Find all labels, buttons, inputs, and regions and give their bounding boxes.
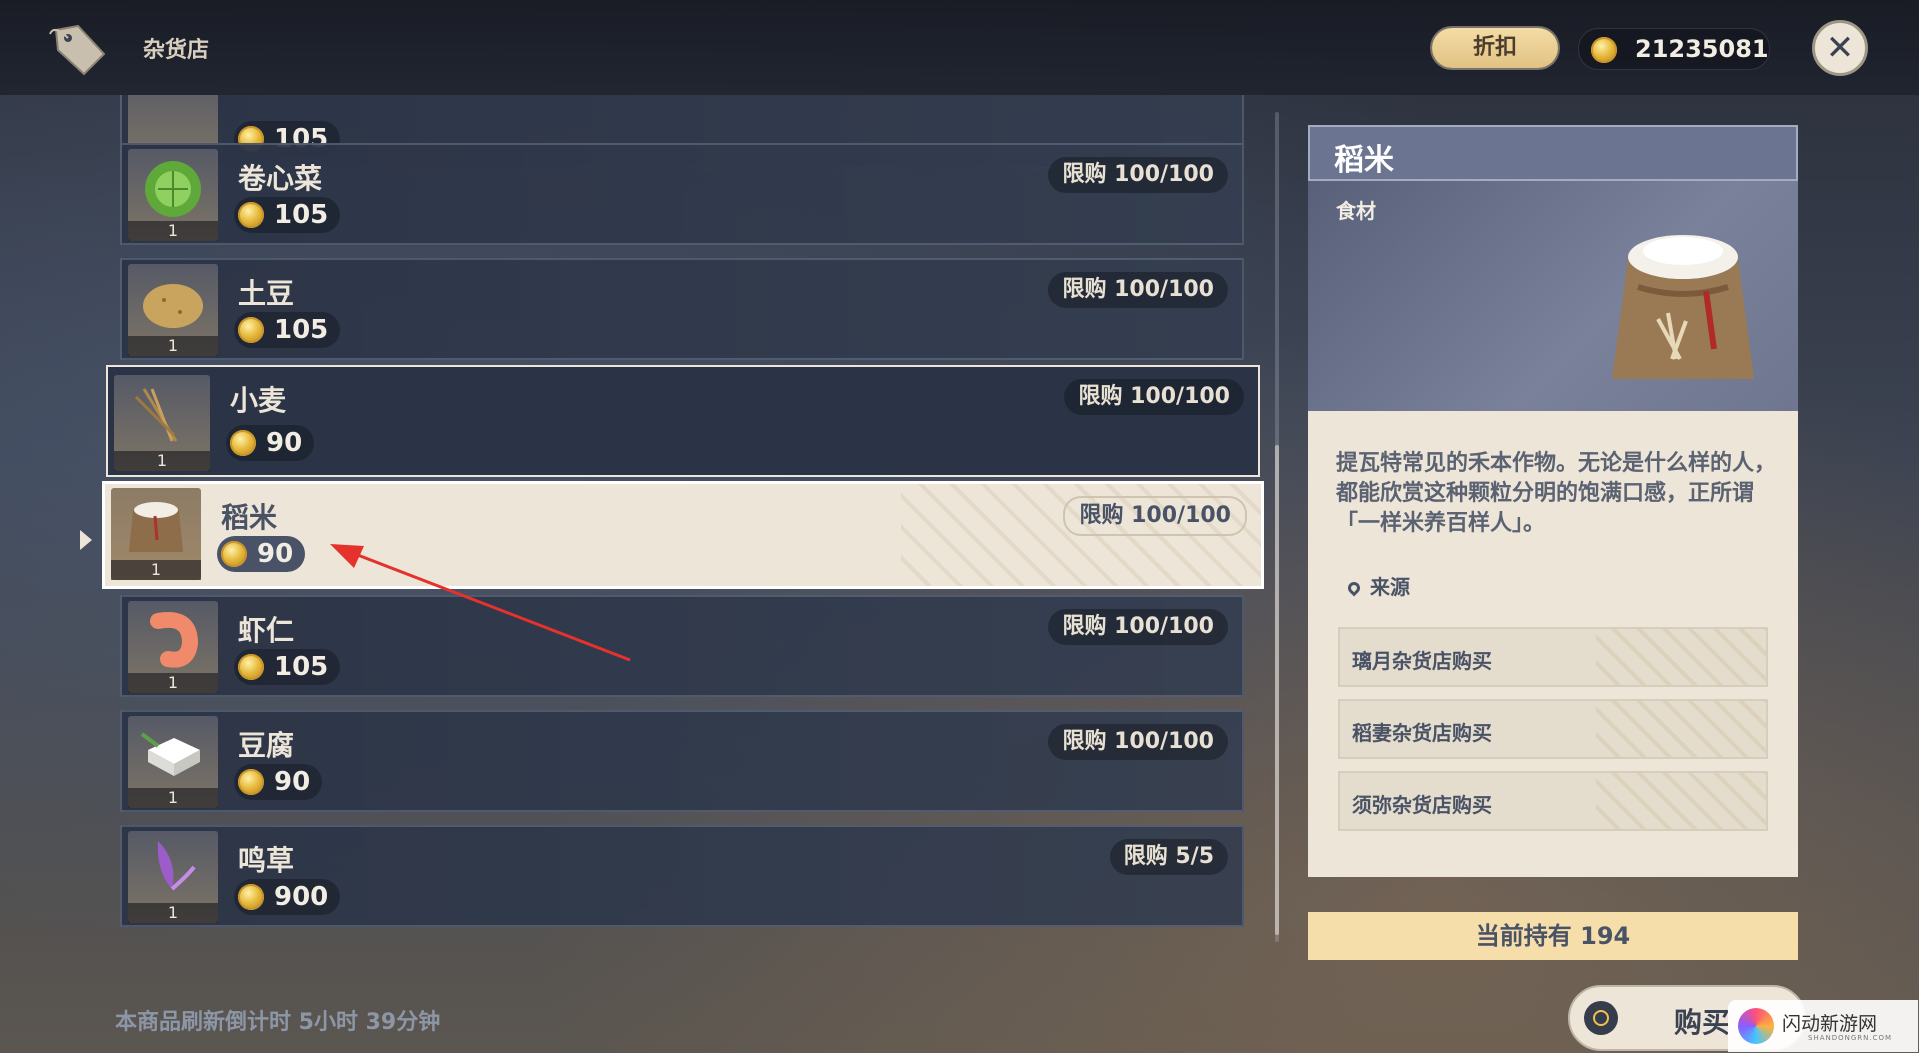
detail-body: 提瓦特常见的禾本作物。无论是什么样的人，都能欣赏这种颗粒分明的饱满口感，正所谓「… bbox=[1308, 411, 1798, 877]
item-name: 豆腐 bbox=[238, 729, 295, 762]
mora-coin-icon bbox=[238, 769, 264, 795]
item-quantity: 1 bbox=[114, 451, 210, 471]
item-name: 稻米 bbox=[221, 501, 278, 534]
source-entry: 璃月杂货店购买 bbox=[1338, 627, 1768, 687]
shop-item-row[interactable]: 1 小麦 90 限购 100/100 bbox=[106, 365, 1260, 477]
shop-item-row[interactable]: 1 土豆 105 限购 100/100 bbox=[120, 258, 1244, 360]
mora-balance: 21235081 bbox=[1578, 28, 1770, 70]
detail-category: 食材 bbox=[1336, 199, 1376, 223]
mora-amount: 21235081 bbox=[1635, 35, 1769, 63]
confirm-icon bbox=[1584, 1001, 1618, 1035]
item-quantity: 1 bbox=[128, 903, 218, 923]
shop-item-row-selected[interactable]: 1 稻米 90 限购 100/100 bbox=[102, 481, 1264, 589]
mora-coin-icon bbox=[238, 654, 264, 680]
mora-coin-icon bbox=[238, 202, 264, 228]
site-logo-icon bbox=[1738, 1008, 1774, 1044]
item-thumbnail: 1 bbox=[128, 831, 218, 923]
shop-title: 杂货店 bbox=[143, 38, 210, 63]
item-thumbnail: 1 bbox=[114, 375, 210, 471]
item-price: 900 bbox=[234, 879, 341, 915]
item-name: 虾仁 bbox=[238, 614, 295, 647]
mora-coin-icon bbox=[238, 317, 264, 343]
top-bar: 杂货店 折扣 21235081 ✕ bbox=[0, 0, 1919, 95]
item-name: 土豆 bbox=[238, 277, 295, 310]
item-name: 鸣草 bbox=[238, 844, 295, 877]
owned-count: 当前持有 194 bbox=[1308, 912, 1798, 960]
shop-item-row[interactable]: 1 虾仁 105 限购 100/100 bbox=[120, 595, 1244, 697]
item-price: 90 bbox=[226, 425, 315, 461]
item-thumbnail: 1 bbox=[128, 149, 218, 241]
item-detail-panel: 稻米 食材 提瓦特常见的禾本作物。无论是什么样的人，都能欣赏这种颗粒分明的饱满口… bbox=[1308, 125, 1798, 877]
item-price: 105 bbox=[234, 197, 341, 233]
detail-header: 稻米 bbox=[1308, 125, 1798, 181]
purchase-limit: 限购 100/100 bbox=[1048, 272, 1228, 308]
item-price: 90 bbox=[217, 536, 306, 572]
source-entry: 稻妻杂货店购买 bbox=[1338, 699, 1768, 759]
annotation-arrow bbox=[330, 544, 631, 662]
shop-item-row[interactable]: 1 豆腐 90 限购 100/100 bbox=[120, 710, 1244, 812]
item-price: 105 bbox=[234, 312, 341, 348]
purchase-limit: 限购 5/5 bbox=[1109, 839, 1228, 875]
mora-coin-icon bbox=[1591, 37, 1617, 63]
location-pin-icon bbox=[1345, 579, 1363, 597]
cabbage-icon bbox=[145, 161, 201, 217]
discount-button[interactable]: 折扣 bbox=[1432, 28, 1558, 68]
naku-weed-icon bbox=[157, 841, 196, 891]
detail-banner: 食材 bbox=[1308, 181, 1798, 411]
shop-item-list[interactable]: 1 105 1 卷心菜 105 限购 100/100 1 土豆 bbox=[0, 95, 1280, 955]
item-price: 90 bbox=[234, 764, 323, 800]
item-thumbnail: 1 bbox=[128, 716, 218, 808]
item-quantity: 1 bbox=[128, 336, 218, 356]
tofu-icon bbox=[140, 732, 200, 776]
item-quantity: 1 bbox=[111, 560, 201, 580]
item-thumbnail: 1 bbox=[111, 488, 201, 580]
purchase-limit: 限购 100/100 bbox=[1048, 157, 1228, 193]
mora-coin-icon bbox=[238, 884, 264, 910]
item-quantity: 1 bbox=[128, 788, 218, 808]
close-button[interactable]: ✕ bbox=[1812, 20, 1868, 76]
site-watermark: 闪动新游网 SHANDONGRN.COM bbox=[1728, 1000, 1918, 1052]
purchase-limit: 限购 100/100 bbox=[1063, 496, 1247, 536]
detail-title: 稻米 bbox=[1334, 143, 1394, 178]
item-name: 卷心菜 bbox=[238, 162, 323, 195]
detail-description: 提瓦特常见的禾本作物。无论是什么样的人，都能欣赏这种颗粒分明的饱满口感，正所谓「… bbox=[1336, 451, 1777, 536]
selection-cursor-icon bbox=[80, 530, 92, 550]
list-scrollbar-thumb[interactable] bbox=[1275, 445, 1279, 935]
shop-item-row[interactable]: 1 卷心菜 105 限购 100/100 bbox=[120, 143, 1244, 245]
item-quantity: 1 bbox=[128, 673, 218, 693]
rice-sack-icon bbox=[1612, 235, 1754, 379]
mora-coin-icon bbox=[230, 430, 256, 456]
refresh-countdown: 本商品刷新倒计时 5小时 39分钟 bbox=[115, 1010, 441, 1035]
close-icon: ✕ bbox=[1825, 28, 1855, 68]
item-thumbnail: 1 bbox=[128, 601, 218, 693]
item-name: 小麦 bbox=[230, 384, 287, 417]
purchase-limit: 限购 100/100 bbox=[1048, 724, 1228, 760]
source-heading: 来源 bbox=[1345, 571, 1410, 600]
wheat-icon bbox=[134, 388, 178, 442]
purchase-limit: 限购 100/100 bbox=[1064, 379, 1244, 415]
shop-item-row[interactable]: 1 鸣草 900 限购 5/5 bbox=[120, 825, 1244, 927]
shop-tag-icon bbox=[49, 24, 106, 76]
purchase-limit: 限购 100/100 bbox=[1048, 609, 1228, 645]
source-entry: 须弥杂货店购买 bbox=[1338, 771, 1768, 831]
mora-coin-icon bbox=[221, 541, 247, 567]
item-quantity: 1 bbox=[128, 221, 218, 241]
shrimp-icon bbox=[150, 612, 199, 668]
potato-icon bbox=[143, 284, 203, 328]
rice-sack-icon bbox=[129, 502, 183, 552]
item-thumbnail: 1 bbox=[128, 264, 218, 356]
